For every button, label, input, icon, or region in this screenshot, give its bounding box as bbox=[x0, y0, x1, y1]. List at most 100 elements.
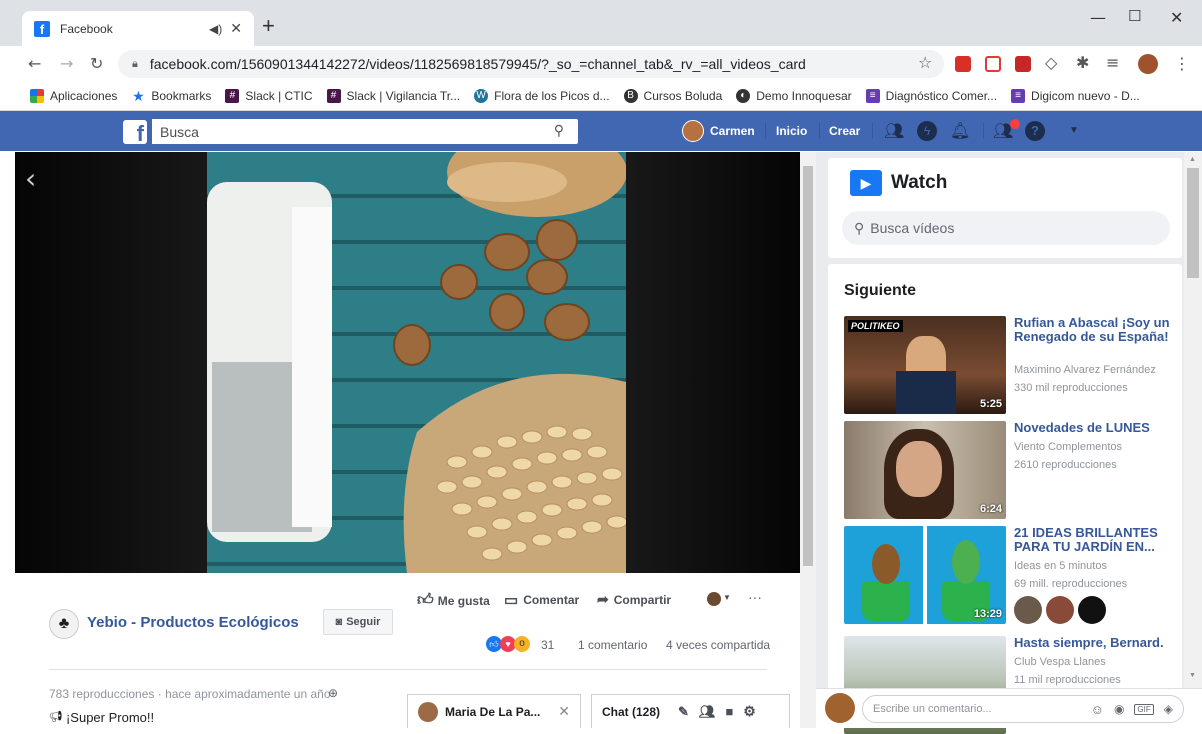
browser-tab[interactable]: f Facebook ◀) ✕ bbox=[22, 11, 254, 46]
bookmark-item[interactable]: B Cursos Boluda bbox=[623, 88, 722, 103]
search-input[interactable]: Busca ⚲ bbox=[152, 119, 578, 144]
comment-button[interactable]: ▭ Comentar bbox=[504, 591, 579, 609]
post-as-avatar[interactable] bbox=[707, 592, 721, 606]
menu-dots-icon[interactable]: ⋮ bbox=[1174, 54, 1190, 73]
share-button[interactable]: ➦ Compartir bbox=[597, 591, 671, 608]
puzzle-icon[interactable]: ✱ bbox=[1076, 53, 1089, 72]
tag-icon[interactable]: ◇ bbox=[1045, 53, 1057, 72]
address-bar[interactable]: 🔒︎ facebook.com/1560901344142272/videos/… bbox=[118, 50, 944, 78]
video-item[interactable]: 6:24 Novedades de LUNES Viento Complemen… bbox=[844, 421, 1174, 519]
scrollbar-thumb[interactable] bbox=[803, 166, 813, 566]
more-options-icon[interactable]: ··· bbox=[748, 589, 762, 605]
window-close-icon[interactable]: ✕ bbox=[1170, 8, 1183, 27]
chat-tab-contact[interactable]: Maria De La Pa... ✕ bbox=[407, 694, 581, 728]
video-title[interactable]: Hasta siempre, Bernard. bbox=[1014, 636, 1176, 650]
video-item[interactable]: 13:29 21 IDEAS BRILLANTES PARA TU JARDÍN… bbox=[844, 526, 1174, 626]
reactions-count[interactable]: 31 bbox=[541, 638, 554, 652]
watch-title[interactable]: Watch bbox=[891, 172, 947, 194]
sidebar-scrollbar[interactable]: ▲ ▼ bbox=[1184, 152, 1202, 688]
media-icon[interactable]: ≡ bbox=[1106, 53, 1119, 72]
video-title[interactable]: Rufian a Abascal ¡Soy un Renegado de su … bbox=[1014, 316, 1176, 344]
chevron-down-icon[interactable]: ▼ bbox=[723, 593, 731, 602]
bookmark-item[interactable]: ≡ Digicom nuevo - D... bbox=[1011, 88, 1140, 103]
video-title[interactable]: 21 IDEAS BRILLANTES PARA TU JARDÍN EN... bbox=[1014, 526, 1176, 554]
page-avatar[interactable]: ♣ bbox=[49, 609, 79, 639]
new-tab-icon[interactable]: + bbox=[262, 13, 275, 39]
emoji-icon[interactable]: ☺ bbox=[1091, 702, 1104, 717]
home-link[interactable]: Inicio bbox=[776, 124, 807, 138]
bookmark-item[interactable]: Aplicaciones bbox=[30, 88, 117, 103]
bookmark-item[interactable]: W Flora de los Picos d... bbox=[474, 88, 610, 103]
video-frame[interactable] bbox=[207, 152, 626, 573]
video-thumbnail[interactable]: 6:24 bbox=[844, 421, 1006, 519]
back-icon[interactable]: ← bbox=[28, 54, 41, 73]
video-views: 2610 reproducciones bbox=[1014, 459, 1117, 471]
scrollbar-thumb[interactable] bbox=[1187, 168, 1199, 278]
main-scrollbar[interactable] bbox=[800, 152, 816, 728]
watch-search-input[interactable]: ⚲ Busca vídeos bbox=[842, 211, 1170, 245]
globe-icon: ◐ bbox=[736, 88, 751, 103]
reactions[interactable]: 👍︎ ♥ o bbox=[486, 636, 530, 652]
facebook-logo-icon[interactable]: f bbox=[123, 120, 147, 145]
tab-close-icon[interactable]: ✕ bbox=[230, 20, 242, 37]
bookmark-item[interactable]: ◐ Demo Innoquesar bbox=[736, 88, 852, 103]
scroll-up-icon[interactable]: ▲ bbox=[1189, 156, 1196, 163]
minimize-icon[interactable]: — bbox=[1090, 8, 1106, 27]
sticker-icon[interactable]: ◈ bbox=[1164, 702, 1173, 716]
bookmark-item[interactable]: ★ Bookmarks bbox=[131, 89, 211, 103]
follow-button[interactable]: ◙ Seguir bbox=[323, 609, 393, 635]
forward-icon[interactable]: → bbox=[60, 54, 73, 73]
extension-icon[interactable] bbox=[955, 56, 971, 72]
gif-icon[interactable]: GIF bbox=[1134, 703, 1154, 715]
like-button[interactable]: 👍︎ Me gusta bbox=[417, 591, 490, 610]
video-item[interactable]: POLITIKEO 5:25 Rufian a Abascal ¡Soy un … bbox=[844, 316, 1174, 414]
video-call-icon[interactable]: ■ bbox=[725, 704, 733, 719]
tab-audio-icon[interactable]: ◀) bbox=[209, 22, 222, 36]
video-thumbnail[interactable]: 13:29 bbox=[844, 526, 1006, 624]
bookmark-item[interactable]: # Slack | Vigilancia Tr... bbox=[326, 88, 460, 103]
wordpress-icon: W bbox=[474, 88, 489, 103]
new-group-icon[interactable]: 👥︎ bbox=[699, 704, 716, 720]
video-channel[interactable]: Viento Complementos bbox=[1014, 441, 1122, 453]
profile-avatar[interactable] bbox=[1138, 54, 1158, 74]
video-channel[interactable]: Club Vespa Llanes bbox=[1014, 656, 1106, 668]
reload-icon[interactable]: ↻ bbox=[90, 54, 103, 73]
forms-icon: ≡ bbox=[865, 88, 880, 103]
comments-count[interactable]: 1 comentario bbox=[578, 638, 647, 652]
profile-link[interactable]: Carmen bbox=[710, 124, 755, 138]
viewer-avatar[interactable] bbox=[1046, 596, 1074, 624]
bookmark-item[interactable]: ≡ Diagnóstico Comer... bbox=[865, 88, 997, 103]
friends-icon[interactable]: 👥︎ bbox=[884, 121, 904, 141]
comment-input[interactable]: Escribe un comentario... ☺ ◉ GIF ◈ bbox=[862, 695, 1184, 723]
chat-tab-list[interactable]: Chat (128) ✎ 👥︎ ■ ⚙ bbox=[591, 694, 790, 728]
compose-icon[interactable]: ✎ bbox=[678, 704, 689, 720]
video-channel[interactable]: Maximino Alvarez Fernández bbox=[1014, 364, 1156, 376]
notifications-icon[interactable]: 🔔︎ bbox=[950, 121, 970, 141]
video-title[interactable]: Novedades de LUNES bbox=[1014, 421, 1176, 435]
shares-count[interactable]: 4 veces compartida bbox=[666, 638, 770, 652]
bookmarks-bar: Aplicaciones ★ Bookmarks # Slack | CTIC # S… bbox=[0, 81, 1202, 111]
chevron-down-icon[interactable]: ▼ bbox=[1064, 121, 1084, 141]
messenger-icon[interactable]: ϟ bbox=[917, 121, 937, 141]
close-icon[interactable]: ✕ bbox=[558, 703, 570, 720]
avatar[interactable] bbox=[682, 120, 704, 142]
video-channel[interactable]: Ideas en 5 minutos bbox=[1014, 560, 1107, 572]
page-name-link[interactable]: Yebio - Productos Ecológicos bbox=[87, 614, 299, 631]
maximize-icon[interactable]: ☐ bbox=[1128, 7, 1141, 25]
create-link[interactable]: Crear bbox=[829, 124, 860, 138]
viewer-avatar[interactable] bbox=[1014, 596, 1042, 624]
video-player[interactable]: ‹ bbox=[15, 152, 800, 573]
bookmark-star-icon[interactable]: ☆ bbox=[918, 53, 932, 72]
bookmark-item[interactable]: # Slack | CTIC bbox=[225, 88, 313, 103]
gear-icon[interactable]: ⚙ bbox=[743, 703, 756, 720]
camera-icon[interactable]: ◉ bbox=[1114, 702, 1124, 716]
watch-sidebar: ▶ Watch ⚲ Busca vídeos Siguiente POLITIK… bbox=[816, 152, 1184, 734]
help-icon[interactable]: ? bbox=[1025, 121, 1045, 141]
previous-video-icon[interactable]: ‹ bbox=[25, 162, 36, 195]
extension-icon[interactable] bbox=[985, 56, 1001, 72]
extension-icon[interactable] bbox=[1015, 56, 1031, 72]
scroll-down-icon[interactable]: ▼ bbox=[1189, 672, 1196, 679]
video-thumbnail[interactable]: POLITIKEO 5:25 bbox=[844, 316, 1006, 414]
search-icon[interactable]: ⚲ bbox=[554, 122, 564, 139]
viewer-avatar[interactable] bbox=[1078, 596, 1106, 624]
